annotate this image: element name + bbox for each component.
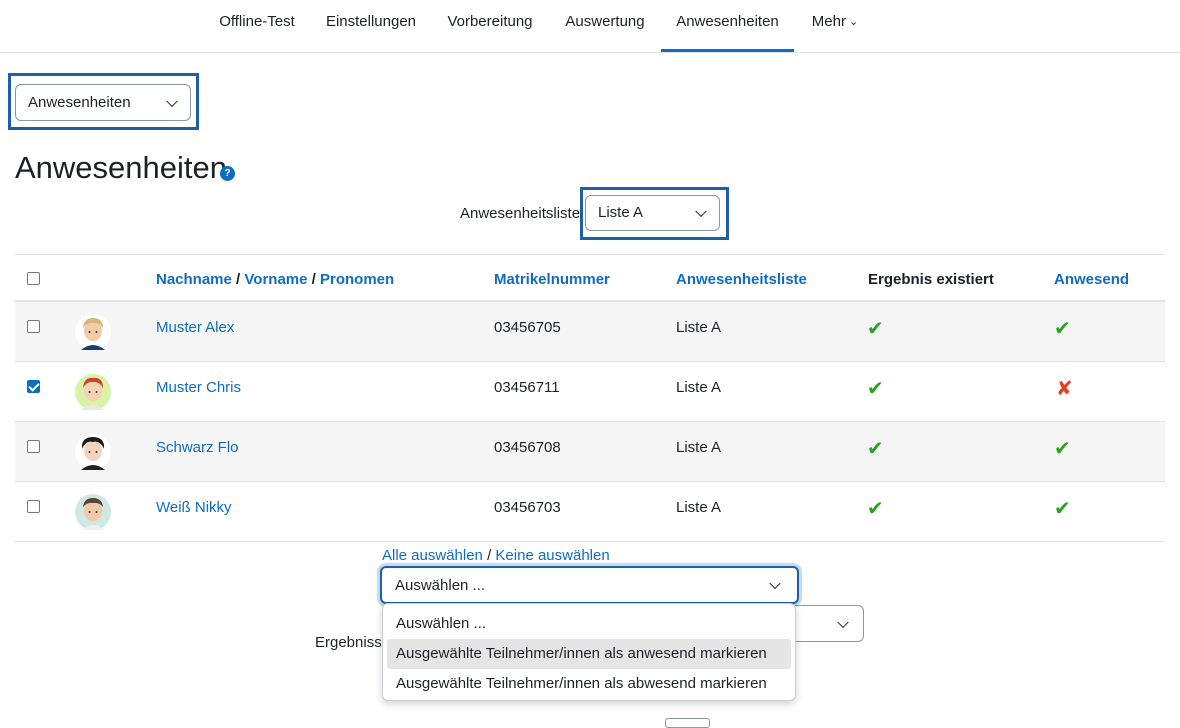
- page-navigation-select-value: Anwesenheiten: [28, 94, 131, 111]
- checkmark-icon: ✔: [867, 318, 884, 340]
- checkmark-icon: ✔: [1054, 318, 1071, 340]
- participant-name-link[interactable]: Muster Alex: [156, 319, 234, 336]
- anwesenheitsliste: Liste A: [676, 319, 722, 336]
- question-circle-icon[interactable]: ?: [220, 166, 235, 181]
- select-all-checkbox[interactable]: [27, 272, 40, 285]
- nav-tab-einstellungen[interactable]: Einstellungen: [315, 0, 427, 52]
- nav-tab-offline-test[interactable]: Offline-Test: [205, 0, 309, 52]
- avatar[interactable]: [75, 374, 111, 410]
- chevron-down-icon: [166, 95, 178, 107]
- selection-links: Alle auswählen / Keine auswählen: [382, 547, 610, 564]
- secondary-navigation: Offline-Test Einstellungen Vorbereitung …: [0, 0, 1180, 53]
- row-checkbox[interactable]: [27, 500, 40, 513]
- avatar[interactable]: [75, 434, 111, 470]
- chevron-down-icon: [695, 205, 707, 218]
- page-navigation-select[interactable]: Anwesenheiten: [15, 84, 191, 121]
- table-row: Schwarz Flo 03456708 Liste A ✔ ✔: [15, 422, 1165, 482]
- row-checkbox[interactable]: [27, 440, 40, 453]
- checkmark-icon: ✔: [867, 438, 884, 460]
- table-header: Nachname / Vorname / Pronomen Matrikelnu…: [15, 254, 1165, 302]
- bulk-action-select-value: Auswählen ...: [395, 577, 486, 594]
- chevron-down-icon: ⌄: [848, 16, 859, 28]
- select-all-link[interactable]: Alle auswählen: [382, 547, 483, 564]
- nav-tab-anwesenheiten[interactable]: Anwesenheiten: [661, 0, 794, 52]
- anwesenheitsliste: Liste A: [676, 379, 722, 396]
- checkmark-icon: ✔: [1054, 498, 1071, 520]
- sort-nachname-link[interactable]: Nachname: [156, 271, 232, 288]
- participant-name-link[interactable]: Schwarz Flo: [156, 439, 239, 456]
- select-none-link[interactable]: Keine auswählen: [495, 547, 609, 564]
- sort-pronomen-link[interactable]: Pronomen: [320, 271, 394, 288]
- header-separator: /: [311, 271, 316, 288]
- avatar[interactable]: [75, 494, 111, 530]
- header-separator: /: [236, 271, 241, 288]
- matrikelnummer: 03456705: [494, 319, 561, 336]
- bulk-action-select[interactable]: Auswählen ...: [380, 566, 799, 604]
- participant-name-link[interactable]: Muster Chris: [156, 379, 241, 396]
- checkmark-icon: ✔: [867, 378, 884, 400]
- matrikelnummer: 03456711: [494, 379, 560, 396]
- anwesenheitsliste: Liste A: [676, 499, 722, 516]
- results-label: Ergebnisse: [315, 634, 391, 651]
- selection-separator: /: [487, 547, 492, 564]
- page-title: Anwesenheiten: [15, 150, 227, 185]
- sort-anwesenheitsliste-link[interactable]: Anwesenheitsliste: [676, 271, 807, 288]
- participant-name-link[interactable]: Weiß Nikky: [156, 499, 232, 516]
- sort-matrikelnummer-link[interactable]: Matrikelnummer: [494, 271, 610, 288]
- checkmark-icon: ✔: [1054, 438, 1071, 460]
- header-ergebnis-existiert: Ergebnis existiert: [868, 271, 994, 288]
- header-name: Nachname / Vorname / Pronomen: [156, 271, 394, 288]
- partial-button[interactable]: [665, 718, 710, 728]
- matrikelnummer: 03456703: [494, 499, 561, 516]
- nav-tab-vorbereitung[interactable]: Vorbereitung: [435, 0, 545, 52]
- attendance-list-label: Anwesenheitsliste:: [460, 205, 585, 222]
- chevron-down-icon: [769, 577, 781, 590]
- dropdown-option-auswaehlen[interactable]: Auswählen ...: [387, 609, 791, 639]
- table-row: Weiß Nikky 03456703 Liste A ✔ ✔: [15, 482, 1165, 542]
- sort-vorname-link[interactable]: Vorname: [244, 271, 307, 288]
- attendance-list-select-value: Liste A: [598, 204, 644, 221]
- nav-tab-auswertung[interactable]: Auswertung: [553, 0, 657, 52]
- anwesenheitsliste: Liste A: [676, 439, 722, 456]
- table-row: Muster Chris 03456711 Liste A ✔ ✘: [15, 362, 1165, 422]
- matrikelnummer: 03456708: [494, 439, 561, 456]
- row-checkbox[interactable]: [27, 320, 40, 333]
- cross-icon: ✘: [1056, 378, 1073, 400]
- checkmark-icon: ✔: [867, 498, 884, 520]
- nav-tab-mehr[interactable]: Mehr ⌄: [800, 0, 870, 52]
- row-checkbox[interactable]: [27, 380, 40, 393]
- table-row: Muster Alex 03456705 Liste A ✔ ✔: [15, 302, 1165, 362]
- dropdown-option-mark-present[interactable]: Ausgewählte Teilnehmer/innen als anwesen…: [387, 639, 791, 669]
- chevron-down-icon: [837, 616, 849, 628]
- sort-anwesend-link[interactable]: Anwesend: [1054, 271, 1129, 288]
- attendance-list-select[interactable]: Liste A: [585, 195, 720, 231]
- avatar[interactable]: [75, 314, 111, 350]
- bulk-action-dropdown-menu: Auswählen ... Ausgewählte Teilnehmer/inn…: [382, 603, 796, 701]
- nav-tab-mehr-label: Mehr: [811, 13, 846, 30]
- dropdown-option-mark-absent[interactable]: Ausgewählte Teilnehmer/innen als abwesen…: [387, 669, 791, 699]
